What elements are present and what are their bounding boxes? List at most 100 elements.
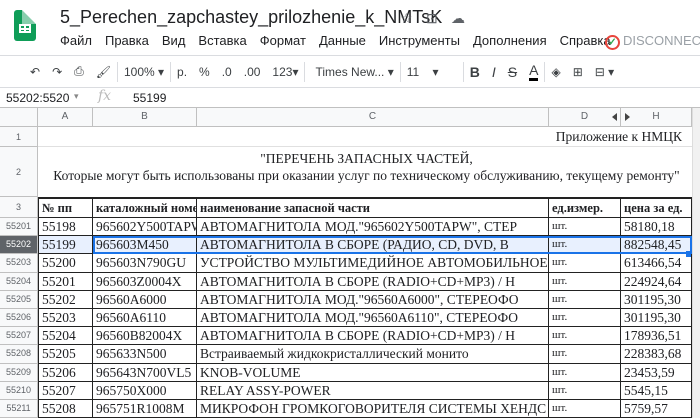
table-cell-price[interactable]: 5759,57 [621,400,692,418]
table-cell-n[interactable]: 55206 [38,363,93,382]
menu-item[interactable]: Дополнения [473,33,547,48]
table-cell-n[interactable]: 55208 [38,400,93,418]
undo-icon[interactable]: ↶ [30,65,40,79]
table-cell-price[interactable]: 882548,45 [621,236,692,255]
table-cell-unit[interactable]: шт. [549,254,621,273]
table-cell-price[interactable]: 301195,30 [621,309,692,328]
zoom-select[interactable]: 100% ▾ [124,65,164,79]
hidden-columns-right-arrow-icon[interactable] [625,113,630,121]
cloud-status-icon[interactable]: ☁ [451,10,465,27]
table-cell-name[interactable]: АВТОМАГНИТОЛА В СБОРЕ (РАДИО, CD, DVD, В [197,236,549,255]
row-header[interactable]: 55211 [0,400,38,418]
table-cell-name[interactable]: АВТОМАГНИТОЛА МОД."965602Y500TAPW", СТЕР [197,218,549,237]
table-cell-cat[interactable]: 965750X000 [93,381,197,400]
row-header[interactable]: 55203 [0,254,38,273]
menu-item[interactable]: Файл [60,33,92,48]
hidden-columns-left-arrow-icon[interactable] [612,113,617,121]
redo-icon[interactable]: ↷ [52,65,62,79]
column-header-B[interactable]: B [93,108,197,127]
table-cell-n[interactable]: 55204 [38,327,93,346]
italic-button[interactable]: I [492,64,496,80]
table-cell-n[interactable]: 55201 [38,272,93,291]
table-cell-cat[interactable]: 965751R1008M [93,400,197,418]
row-header[interactable]: 55204 [0,272,38,291]
table-header-cell[interactable]: ед.измер. [549,197,621,218]
row-header[interactable]: 55208 [0,345,38,364]
table-cell-unit[interactable]: шт. [549,327,621,346]
table-header-cell[interactable]: цена за ед. [621,197,692,218]
font-select[interactable]: Times New... ▾ [315,65,393,79]
increase-decimal-button[interactable]: .00 [244,65,261,79]
table-cell-price[interactable]: 228383,68 [621,345,692,364]
fill-color-icon[interactable]: ◈ [551,65,560,79]
column-header-C[interactable]: C [197,108,549,127]
percent-button[interactable]: % [199,65,210,79]
table-cell-cat[interactable]: 96560A6000 [93,290,197,309]
menu-item[interactable]: Справка [560,33,611,48]
table-cell-unit[interactable]: шт. [549,236,621,255]
row-header[interactable]: 55206 [0,309,38,328]
table-cell-unit[interactable]: шт. [549,345,621,364]
menu-item[interactable]: Вид [162,33,186,48]
column-header-A[interactable]: A [38,108,93,127]
table-cell-price[interactable]: 224924,64 [621,272,692,291]
row-header[interactable]: 1 [0,127,38,147]
table-cell-unit[interactable]: шт. [549,381,621,400]
decrease-decimal-button[interactable]: .0 [222,65,232,79]
table-cell-n[interactable]: 55198 [38,218,93,237]
table-cell-n[interactable]: 55205 [38,345,93,364]
table-cell-unit[interactable]: шт. [549,272,621,291]
table-cell-price[interactable]: 58180,18 [621,218,692,237]
name-box-dropdown-icon[interactable]: ▾ [74,91,79,102]
document-title[interactable]: 5_Perechen_zapchastey_prilozhenie_k_NMTs… [60,7,442,28]
menu-item[interactable]: Формат [260,33,306,48]
currency-button[interactable]: р. [177,65,187,79]
table-cell-n[interactable]: 55203 [38,309,93,328]
row-header[interactable]: 55207 [0,327,38,346]
table-title[interactable]: "ПЕРЕЧЕНЬ ЗАПАСНЫХ ЧАСТЕЙ, Которые могут … [38,147,692,197]
table-cell-cat[interactable]: 965603Z0004X [93,272,197,291]
table-cell-cat[interactable]: 965603M450 [93,236,197,255]
table-cell-name[interactable]: Встраиваемый жидкокристаллический монито [197,345,549,364]
merge-cells-icon[interactable]: ⊟ ▾ [595,65,614,79]
table-cell-unit[interactable]: шт. [549,218,621,237]
table-cell-unit[interactable]: шт. [549,363,621,382]
row-header[interactable]: 55209 [0,363,38,382]
strikethrough-button[interactable]: S [508,64,517,80]
column-header-D[interactable]: D [549,108,621,127]
table-cell-cat[interactable]: 965603N790GU [93,254,197,273]
table-cell-name[interactable]: АВТОМАГНИТОЛА В СБОРЕ (RADIO+CD+MP3) / Н [197,272,549,291]
table-header-cell[interactable]: наименование запасной части [197,197,549,218]
table-cell-n[interactable]: 55207 [38,381,93,400]
formula-input[interactable]: 55199 [133,91,166,105]
table-cell-name[interactable]: УСТРОЙСТВО МУЛЬТИМЕДИЙНОЕ АВТОМОБИЛЬНОЕ [197,254,549,273]
menu-item[interactable]: Правка [105,33,149,48]
table-cell-n[interactable]: 55200 [38,254,93,273]
move-to-folder-icon[interactable]: ⊡ [426,10,438,27]
table-cell-n[interactable]: 55199 [38,236,93,255]
table-cell-price[interactable]: 5545,15 [621,381,692,400]
table-header-cell[interactable]: каталожный номе [93,197,197,218]
row-header[interactable]: 55201 [0,218,38,237]
table-cell-unit[interactable]: шт. [549,290,621,309]
table-cell-name[interactable]: KNOB-VOLUME [197,363,549,382]
table-cell-name[interactable]: АВТОМАГНИТОЛА В СБОРЕ (RADIO+CD+MP3) / Н [197,327,549,346]
appendix-label[interactable]: Приложение к НМЦК [38,127,692,147]
table-header-cell[interactable]: № пп [38,197,93,218]
menu-item[interactable]: Инструменты [379,33,460,48]
print-icon[interactable]: ⎙ [74,64,84,79]
column-header-H[interactable]: H [621,108,692,127]
text-color-button[interactable]: A [529,62,539,81]
more-formats-button[interactable]: 123▾ [272,65,298,79]
table-cell-cat[interactable]: 96560B82004X [93,327,197,346]
table-cell-cat[interactable]: 965643N700VL5 [93,363,197,382]
row-header[interactable]: 55210 [0,381,38,400]
table-cell-price[interactable]: 613466,54 [621,254,692,273]
row-header[interactable]: 55205 [0,290,38,309]
row-header[interactable]: 2 [0,147,38,197]
font-size-select[interactable]: 11 ▾ [407,65,457,79]
paint-format-icon[interactable]: 🖌 [96,65,111,79]
sheets-logo[interactable] [14,10,36,41]
table-cell-price[interactable]: 178936,51 [621,327,692,346]
name-box[interactable]: 55202:5520 [6,91,69,105]
